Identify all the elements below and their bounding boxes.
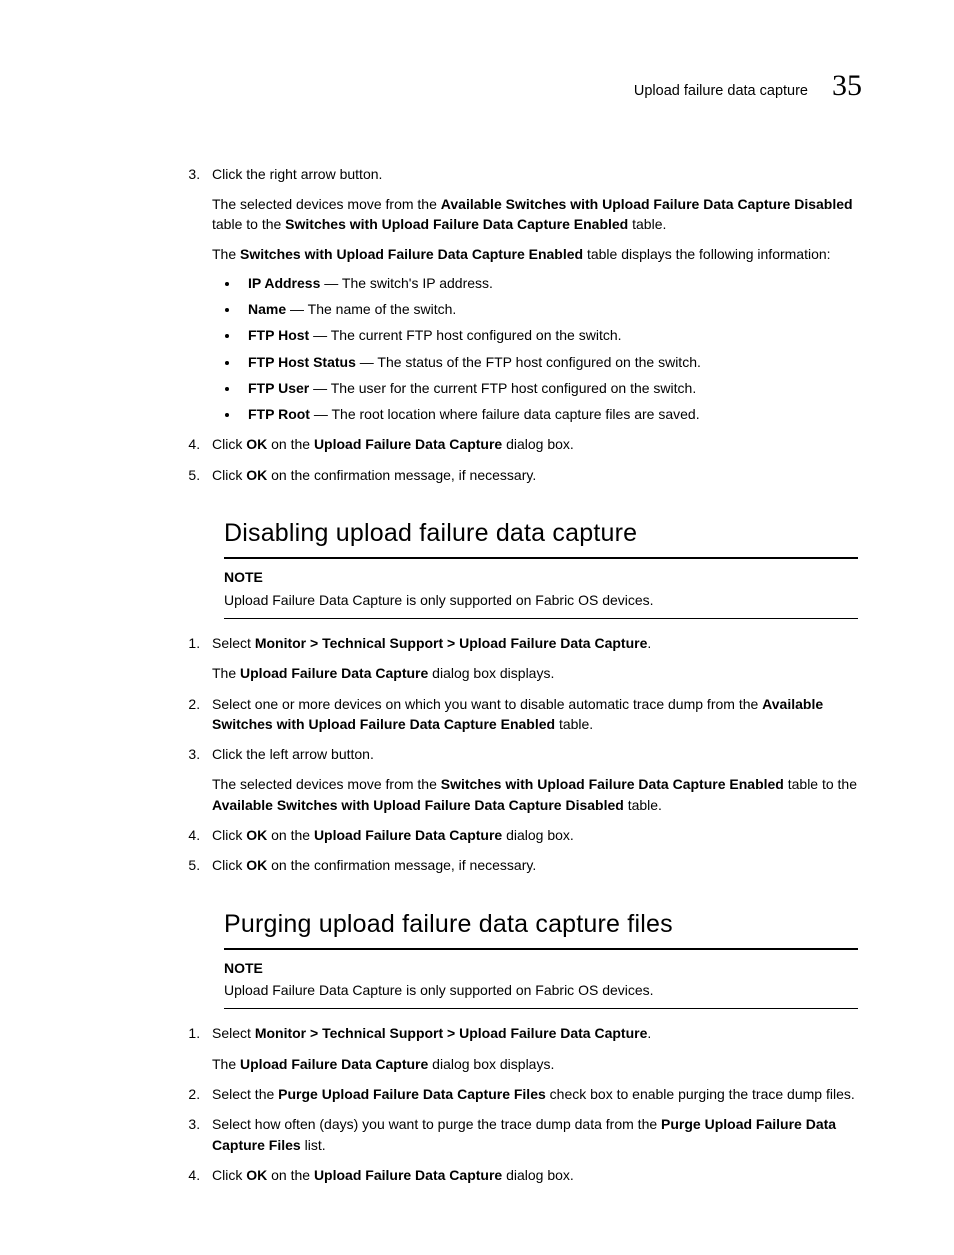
- s3-step-4: Click OK on the Upload Failure Data Capt…: [204, 1165, 858, 1185]
- bullet-ftp-user: FTP User — The user for the current FTP …: [240, 378, 858, 398]
- step-3: Click the right arrow button. The select…: [204, 164, 858, 425]
- note-text: Upload Failure Data Capture is only supp…: [224, 590, 858, 610]
- info-bullets: IP Address — The switch's IP address. Na…: [216, 273, 858, 425]
- note-label: NOTE: [224, 567, 858, 587]
- heading-purging: Purging upload failure data capture file…: [224, 906, 858, 950]
- note-block-1: NOTE Upload Failure Data Capture is only…: [224, 567, 858, 619]
- bullet-ftp-host-status: FTP Host Status — The status of the FTP …: [240, 352, 858, 372]
- step3-para1: The selected devices move from the Avail…: [212, 194, 858, 235]
- step-5: Click OK on the confirmation message, if…: [204, 465, 858, 485]
- note-text-2: Upload Failure Data Capture is only supp…: [224, 980, 858, 1000]
- s3-step-1: Select Monitor > Technical Support > Upl…: [204, 1023, 858, 1074]
- step-4: Click OK on the Upload Failure Data Capt…: [204, 434, 858, 454]
- heading-disabling: Disabling upload failure data capture: [224, 515, 858, 559]
- content: Click the right arrow button. The select…: [92, 164, 862, 1186]
- step3-para2: The Switches with Upload Failure Data Ca…: [212, 244, 858, 264]
- header-chapter-number: 35: [832, 64, 862, 108]
- step3-text: Click the right arrow button.: [212, 164, 858, 184]
- s3-step-2: Select the Purge Upload Failure Data Cap…: [204, 1084, 858, 1104]
- s2-step-3: Click the left arrow button. The selecte…: [204, 744, 858, 815]
- note-label-2: NOTE: [224, 958, 858, 978]
- steps-list-3: Select Monitor > Technical Support > Upl…: [204, 1023, 858, 1185]
- steps-list-1: Click the right arrow button. The select…: [204, 164, 858, 486]
- page-header: Upload failure data capture 35: [92, 64, 862, 108]
- bullet-ip-address: IP Address — The switch's IP address.: [240, 273, 858, 293]
- page: Upload failure data capture 35 Click the…: [0, 0, 954, 1255]
- s2-step-4: Click OK on the Upload Failure Data Capt…: [204, 825, 858, 845]
- s2-step-1: Select Monitor > Technical Support > Upl…: [204, 633, 858, 684]
- bullet-ftp-root: FTP Root — The root location where failu…: [240, 404, 858, 424]
- s3-step-3: Select how often (days) you want to purg…: [204, 1114, 858, 1155]
- s2-step-2: Select one or more devices on which you …: [204, 694, 858, 735]
- bullet-ftp-host: FTP Host — The current FTP host configur…: [240, 325, 858, 345]
- steps-list-2: Select Monitor > Technical Support > Upl…: [204, 633, 858, 876]
- header-section-title: Upload failure data capture: [634, 81, 808, 102]
- note-block-2: NOTE Upload Failure Data Capture is only…: [224, 958, 858, 1010]
- s2-step-5: Click OK on the confirmation message, if…: [204, 855, 858, 875]
- bullet-name: Name — The name of the switch.: [240, 299, 858, 319]
